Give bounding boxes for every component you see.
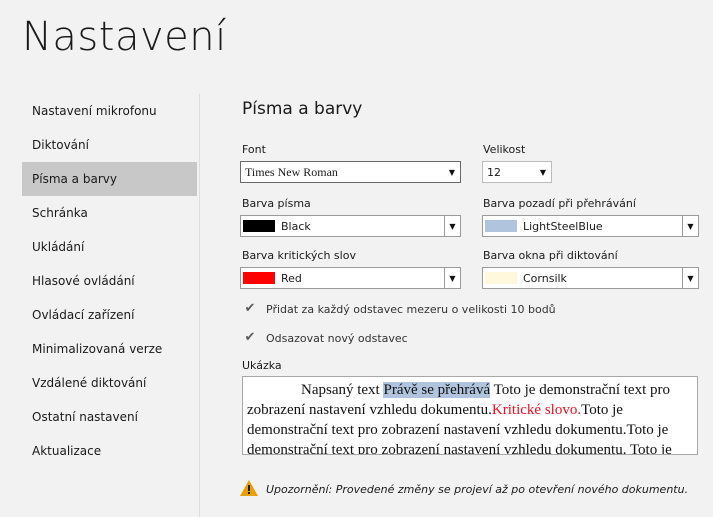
chevron-down-icon: ▼ <box>682 268 698 288</box>
sidebar-item-clipboard[interactable]: Schránka <box>22 196 197 230</box>
preview-highlighted-text: Právě se přehrává <box>383 382 491 398</box>
sidebar-item-voice-control[interactable]: Hlasové ovládání <box>22 264 197 298</box>
font-select[interactable]: Times New Roman ▼ <box>240 161 461 183</box>
warning-text: Upozornění: Provedené změny se projeví a… <box>266 483 689 496</box>
sidebar-item-remote-dictation[interactable]: Vzdálené diktování <box>22 366 197 400</box>
chevron-down-icon: ▼ <box>448 167 456 177</box>
section-title: Písma a barvy <box>242 99 363 119</box>
dictation-bg-label: Barva okna při diktování <box>483 249 618 262</box>
font-color-select[interactable]: Black ▼ <box>240 215 461 237</box>
sidebar-nav: Nastavení mikrofonu Diktování Písma a ba… <box>22 94 197 468</box>
size-select[interactable]: 12 ▼ <box>482 161 552 183</box>
preview-text-before: Napsaný text <box>301 382 384 398</box>
chevron-down-icon: ▼ <box>444 268 460 288</box>
critical-color-select[interactable]: Red ▼ <box>240 267 461 289</box>
sidebar-item-minimized[interactable]: Minimalizovaná verze <box>22 332 197 366</box>
indent-paragraph-checkbox[interactable]: ✔ Odsazovat nový odstavec <box>243 331 408 345</box>
font-label: Font <box>242 143 266 156</box>
sidebar-item-updates[interactable]: Aktualizace <box>22 434 197 468</box>
chevron-down-icon: ▼ <box>539 167 547 177</box>
font-color-swatch <box>243 220 275 232</box>
sidebar-item-fonts-colors[interactable]: Písma a barvy <box>22 162 197 196</box>
sidebar-item-other-settings[interactable]: Ostatní nastavení <box>22 400 197 434</box>
playback-bg-value: LightSteelBlue <box>523 219 603 233</box>
playback-bg-label: Barva pozadí při přehrávání <box>483 197 636 210</box>
checkmark-icon: ✔ <box>244 330 256 345</box>
chevron-down-icon: ▼ <box>682 216 698 236</box>
preview-label: Ukázka <box>242 359 282 372</box>
warning-message: Upozornění: Provedené změny se projeví a… <box>240 480 688 499</box>
sidebar-item-dictation[interactable]: Diktování <box>22 128 197 162</box>
checkmark-icon: ✔ <box>244 301 256 316</box>
font-color-label: Barva písma <box>242 197 311 210</box>
critical-color-label: Barva kritických slov <box>242 249 356 262</box>
size-value: 12 <box>487 165 501 179</box>
critical-color-value: Red <box>281 271 302 285</box>
sidebar-item-microphone[interactable]: Nastavení mikrofonu <box>22 94 197 128</box>
size-label: Velikost <box>483 143 526 156</box>
page-title: Nastavení <box>22 14 227 60</box>
preview-critical-word: Kritické slovo. <box>491 402 582 418</box>
paragraph-spacing-label: Přidat za každý odstavec mezeru o veliko… <box>266 302 556 316</box>
font-color-value: Black <box>281 219 311 233</box>
critical-color-swatch <box>243 272 275 284</box>
chevron-down-icon: ▼ <box>444 216 460 236</box>
dictation-bg-select[interactable]: Cornsilk ▼ <box>482 267 699 289</box>
sidebar-divider <box>199 94 200 517</box>
warning-icon <box>240 480 258 499</box>
indent-paragraph-label: Odsazovat nový odstavec <box>266 331 408 345</box>
preview-box: Napsaný text Právě se přehrává Toto je d… <box>242 376 698 455</box>
dictation-bg-swatch <box>485 272 517 284</box>
playback-bg-select[interactable]: LightSteelBlue ▼ <box>482 215 699 237</box>
playback-bg-swatch <box>485 220 517 232</box>
dictation-bg-value: Cornsilk <box>523 271 567 285</box>
sidebar-item-saving[interactable]: Ukládání <box>22 230 197 264</box>
font-value: Times New Roman <box>245 164 338 179</box>
paragraph-spacing-checkbox[interactable]: ✔ Přidat za každý odstavec mezeru o veli… <box>243 302 556 316</box>
sidebar-item-control-device[interactable]: Ovládací zařízení <box>22 298 197 332</box>
